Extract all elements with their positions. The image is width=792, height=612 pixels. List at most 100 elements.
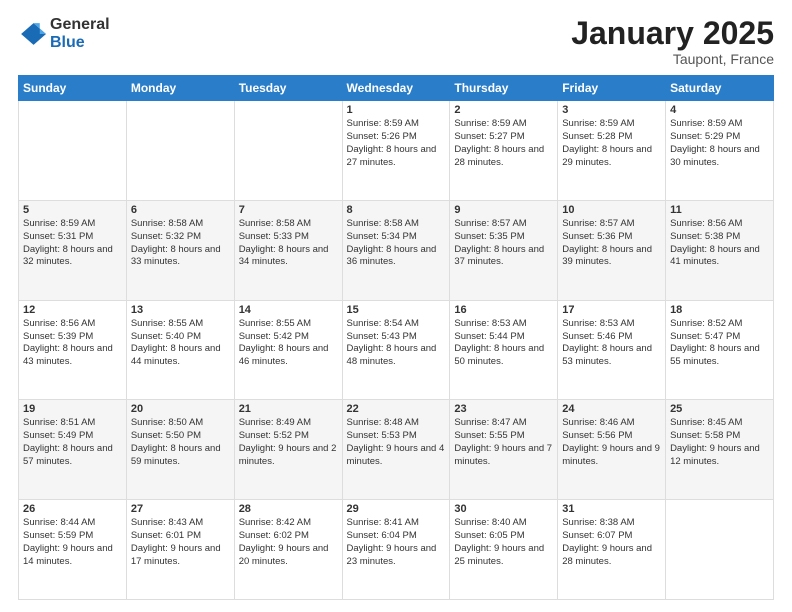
day-info: Sunrise: 8:42 AM Sunset: 6:02 PM Dayligh… <box>239 517 338 568</box>
calendar-cell: 18 Sunrise: 8:52 AM Sunset: 5:47 PM Dayli… <box>666 300 774 400</box>
day-number: 7 <box>239 204 338 216</box>
day-number: 2 <box>454 104 553 116</box>
calendar-cell: 12Sunrise: 8:56 AM Sunset: 5:39 PM Dayli… <box>19 300 127 400</box>
calendar-cell: 21 Sunrise: 8:49 AM Sunset: 5:52 PM Dayli… <box>234 400 342 500</box>
calendar-header-thursday: Thursday <box>450 76 558 101</box>
day-number: 28 <box>239 503 338 515</box>
day-info: Sunrise: 8:59 AM Sunset: 5:28 PM Dayligh… <box>562 118 661 169</box>
day-number: 26 <box>23 503 122 515</box>
day-number: 19 <box>23 403 122 415</box>
day-info: Sunrise: 8:50 AM Sunset: 5:50 PM Dayligh… <box>131 417 230 468</box>
day-info: Sunrise: 8:52 AM Sunset: 5:47 PM Dayligh… <box>670 318 769 369</box>
calendar-header-monday: Monday <box>126 76 234 101</box>
day-number: 18 <box>670 304 769 316</box>
day-info: Sunrise: 8:54 AM Sunset: 5:43 PM Dayligh… <box>347 318 446 369</box>
calendar-cell: 5Sunrise: 8:59 AM Sunset: 5:31 PM Daylig… <box>19 200 127 300</box>
title-block: January 2025 Taupont, France <box>571 16 774 67</box>
day-info: Sunrise: 8:48 AM Sunset: 5:53 PM Dayligh… <box>347 417 446 468</box>
day-number: 25 <box>670 403 769 415</box>
calendar-cell <box>19 101 127 201</box>
calendar-header-sunday: Sunday <box>19 76 127 101</box>
day-info: Sunrise: 8:51 AM Sunset: 5:49 PM Dayligh… <box>23 417 122 468</box>
day-number: 30 <box>454 503 553 515</box>
page: General Blue January 2025 Taupont, Franc… <box>0 0 792 612</box>
day-number: 21 <box>239 403 338 415</box>
calendar-cell: 7 Sunrise: 8:58 AM Sunset: 5:33 PM Daylig… <box>234 200 342 300</box>
calendar-cell <box>666 500 774 600</box>
logo-blue-text: Blue <box>50 34 110 52</box>
day-number: 20 <box>131 403 230 415</box>
calendar-cell: 8 Sunrise: 8:58 AM Sunset: 5:34 PM Daylig… <box>342 200 450 300</box>
calendar-cell: 3 Sunrise: 8:59 AM Sunset: 5:28 PM Daylig… <box>558 101 666 201</box>
location: Taupont, France <box>571 51 774 67</box>
day-number: 16 <box>454 304 553 316</box>
calendar-cell: 1 Sunrise: 8:59 AM Sunset: 5:26 PM Daylig… <box>342 101 450 201</box>
calendar-cell <box>234 101 342 201</box>
calendar-header-saturday: Saturday <box>666 76 774 101</box>
logo-text: General Blue <box>50 16 110 51</box>
day-info: Sunrise: 8:57 AM Sunset: 5:35 PM Dayligh… <box>454 218 553 269</box>
day-number: 5 <box>23 204 122 216</box>
calendar-header-friday: Friday <box>558 76 666 101</box>
day-info: Sunrise: 8:57 AM Sunset: 5:36 PM Dayligh… <box>562 218 661 269</box>
calendar-week-row: 26 Sunrise: 8:44 AM Sunset: 5:59 PM Dayli… <box>19 500 774 600</box>
day-info: Sunrise: 8:53 AM Sunset: 5:46 PM Dayligh… <box>562 318 661 369</box>
day-number: 4 <box>670 104 769 116</box>
day-info: Sunrise: 8:41 AM Sunset: 6:04 PM Dayligh… <box>347 517 446 568</box>
day-info: Sunrise: 8:55 AM Sunset: 5:40 PM Dayligh… <box>131 318 230 369</box>
day-number: 10 <box>562 204 661 216</box>
day-number: 24 <box>562 403 661 415</box>
calendar-week-row: 5Sunrise: 8:59 AM Sunset: 5:31 PM Daylig… <box>19 200 774 300</box>
day-info: Sunrise: 8:47 AM Sunset: 5:55 PM Dayligh… <box>454 417 553 468</box>
day-info: Sunrise: 8:58 AM Sunset: 5:32 PM Dayligh… <box>131 218 230 269</box>
calendar-cell: 22Sunrise: 8:48 AM Sunset: 5:53 PM Dayli… <box>342 400 450 500</box>
calendar-cell: 16 Sunrise: 8:53 AM Sunset: 5:44 PM Dayli… <box>450 300 558 400</box>
day-info: Sunrise: 8:55 AM Sunset: 5:42 PM Dayligh… <box>239 318 338 369</box>
day-info: Sunrise: 8:43 AM Sunset: 6:01 PM Dayligh… <box>131 517 230 568</box>
day-info: Sunrise: 8:49 AM Sunset: 5:52 PM Dayligh… <box>239 417 338 468</box>
calendar-cell: 20 Sunrise: 8:50 AM Sunset: 5:50 PM Dayli… <box>126 400 234 500</box>
calendar-cell: 25 Sunrise: 8:45 AM Sunset: 5:58 PM Dayli… <box>666 400 774 500</box>
day-info: Sunrise: 8:56 AM Sunset: 5:38 PM Dayligh… <box>670 218 769 269</box>
calendar-cell: 15Sunrise: 8:54 AM Sunset: 5:43 PM Dayli… <box>342 300 450 400</box>
logo: General Blue <box>18 16 110 51</box>
calendar-cell: 24 Sunrise: 8:46 AM Sunset: 5:56 PM Dayli… <box>558 400 666 500</box>
calendar-header-wednesday: Wednesday <box>342 76 450 101</box>
day-info: Sunrise: 8:56 AM Sunset: 5:39 PM Dayligh… <box>23 318 122 369</box>
day-number: 9 <box>454 204 553 216</box>
day-info: Sunrise: 8:40 AM Sunset: 6:05 PM Dayligh… <box>454 517 553 568</box>
day-number: 23 <box>454 403 553 415</box>
calendar-cell: 29 Sunrise: 8:41 AM Sunset: 6:04 PM Dayli… <box>342 500 450 600</box>
calendar-cell: 9 Sunrise: 8:57 AM Sunset: 5:35 PM Daylig… <box>450 200 558 300</box>
logo-general-text: General <box>50 16 110 34</box>
day-info: Sunrise: 8:58 AM Sunset: 5:34 PM Dayligh… <box>347 218 446 269</box>
day-info: Sunrise: 8:59 AM Sunset: 5:26 PM Dayligh… <box>347 118 446 169</box>
day-info: Sunrise: 8:59 AM Sunset: 5:29 PM Dayligh… <box>670 118 769 169</box>
calendar-cell: 2Sunrise: 8:59 AM Sunset: 5:27 PM Daylig… <box>450 101 558 201</box>
calendar-cell: 26 Sunrise: 8:44 AM Sunset: 5:59 PM Dayli… <box>19 500 127 600</box>
calendar-cell: 11 Sunrise: 8:56 AM Sunset: 5:38 PM Dayli… <box>666 200 774 300</box>
day-info: Sunrise: 8:58 AM Sunset: 5:33 PM Dayligh… <box>239 218 338 269</box>
day-info: Sunrise: 8:45 AM Sunset: 5:58 PM Dayligh… <box>670 417 769 468</box>
calendar-cell: 23 Sunrise: 8:47 AM Sunset: 5:55 PM Dayli… <box>450 400 558 500</box>
day-number: 14 <box>239 304 338 316</box>
day-number: 29 <box>347 503 446 515</box>
day-number: 3 <box>562 104 661 116</box>
day-number: 11 <box>670 204 769 216</box>
calendar-week-row: 1 Sunrise: 8:59 AM Sunset: 5:26 PM Daylig… <box>19 101 774 201</box>
logo-icon <box>18 20 46 48</box>
day-info: Sunrise: 8:44 AM Sunset: 5:59 PM Dayligh… <box>23 517 122 568</box>
calendar-cell: 30 Sunrise: 8:40 AM Sunset: 6:05 PM Dayli… <box>450 500 558 600</box>
day-info: Sunrise: 8:46 AM Sunset: 5:56 PM Dayligh… <box>562 417 661 468</box>
calendar-header-tuesday: Tuesday <box>234 76 342 101</box>
calendar-cell: 10 Sunrise: 8:57 AM Sunset: 5:36 PM Dayli… <box>558 200 666 300</box>
day-info: Sunrise: 8:38 AM Sunset: 6:07 PM Dayligh… <box>562 517 661 568</box>
day-number: 1 <box>347 104 446 116</box>
day-number: 13 <box>131 304 230 316</box>
day-number: 8 <box>347 204 446 216</box>
day-number: 17 <box>562 304 661 316</box>
day-info: Sunrise: 8:53 AM Sunset: 5:44 PM Dayligh… <box>454 318 553 369</box>
calendar-cell: 27Sunrise: 8:43 AM Sunset: 6:01 PM Dayli… <box>126 500 234 600</box>
day-number: 6 <box>131 204 230 216</box>
calendar-cell: 14 Sunrise: 8:55 AM Sunset: 5:42 PM Dayli… <box>234 300 342 400</box>
